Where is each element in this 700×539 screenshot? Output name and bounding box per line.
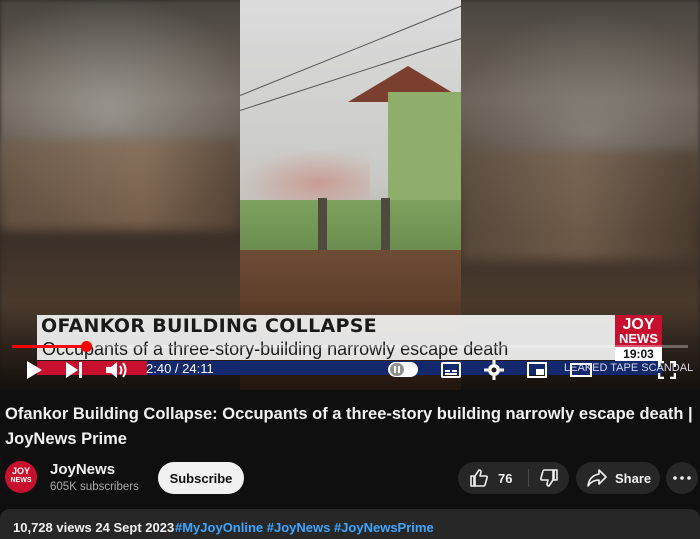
like-button[interactable]: 76 xyxy=(458,462,528,494)
green-wall xyxy=(240,200,461,252)
view-count-date: 10,728 views 24 Sept 2023 xyxy=(13,520,175,535)
broadcast-clock: 19:03 xyxy=(615,347,662,361)
next-icon[interactable] xyxy=(64,360,84,380)
channel-avatar[interactable]: JOY NEWS xyxy=(5,461,37,493)
dislike-button[interactable] xyxy=(529,462,569,494)
fullscreen-icon[interactable] xyxy=(656,359,678,381)
progress-bar[interactable] xyxy=(12,341,688,352)
time-display: 2:40 / 24:11 xyxy=(146,361,214,376)
volume-icon[interactable] xyxy=(106,360,130,380)
lower-third-headline: OFANKOR BUILDING COLLAPSE xyxy=(41,315,377,337)
blurred-background-right xyxy=(460,150,700,260)
hashtags[interactable]: #MyJoyOnline #JoyNews #JoyNewsPrime xyxy=(175,520,434,535)
play-icon[interactable] xyxy=(24,360,44,380)
miniplayer-icon[interactable] xyxy=(526,360,548,380)
share-icon xyxy=(587,469,607,487)
subscriber-count: 605K subscribers xyxy=(50,481,139,493)
collapse-dust-cloud xyxy=(240,150,370,205)
avatar-line2: NEWS xyxy=(10,477,32,484)
subscribe-button[interactable]: Subscribe xyxy=(158,462,244,494)
video-player[interactable]: OFANKOR BUILDING COLLAPSE Occupants of a… xyxy=(0,0,700,390)
wall-pillar xyxy=(318,198,327,254)
avatar-line1: JOY xyxy=(11,466,30,476)
channel-name[interactable]: JoyNews xyxy=(50,461,115,478)
theater-icon[interactable] xyxy=(569,360,593,380)
subtitles-icon[interactable] xyxy=(440,360,462,380)
share-label: Share xyxy=(615,470,652,486)
share-button[interactable]: Share xyxy=(576,462,660,494)
more-horizontal-icon xyxy=(673,476,691,480)
like-count: 76 xyxy=(498,470,513,486)
thumbs-up-icon xyxy=(469,468,489,488)
thumbs-down-icon xyxy=(539,468,559,488)
blurred-background-left xyxy=(0,140,240,230)
video-title: Ofankor Building Collapse: Occupants of … xyxy=(5,405,693,448)
logo-line2: NEWS xyxy=(619,331,658,346)
progress-played xyxy=(12,345,87,348)
more-actions-button[interactable] xyxy=(666,462,698,494)
like-dislike-group: 76 xyxy=(458,462,569,494)
autoplay-toggle-knob xyxy=(390,363,404,376)
ticker-brand xyxy=(37,361,147,375)
wall-pillar xyxy=(381,198,390,254)
lower-third-subline: Occupants of a three-story-building narr… xyxy=(42,339,509,359)
house xyxy=(388,92,461,202)
settings-icon[interactable] xyxy=(483,359,505,381)
